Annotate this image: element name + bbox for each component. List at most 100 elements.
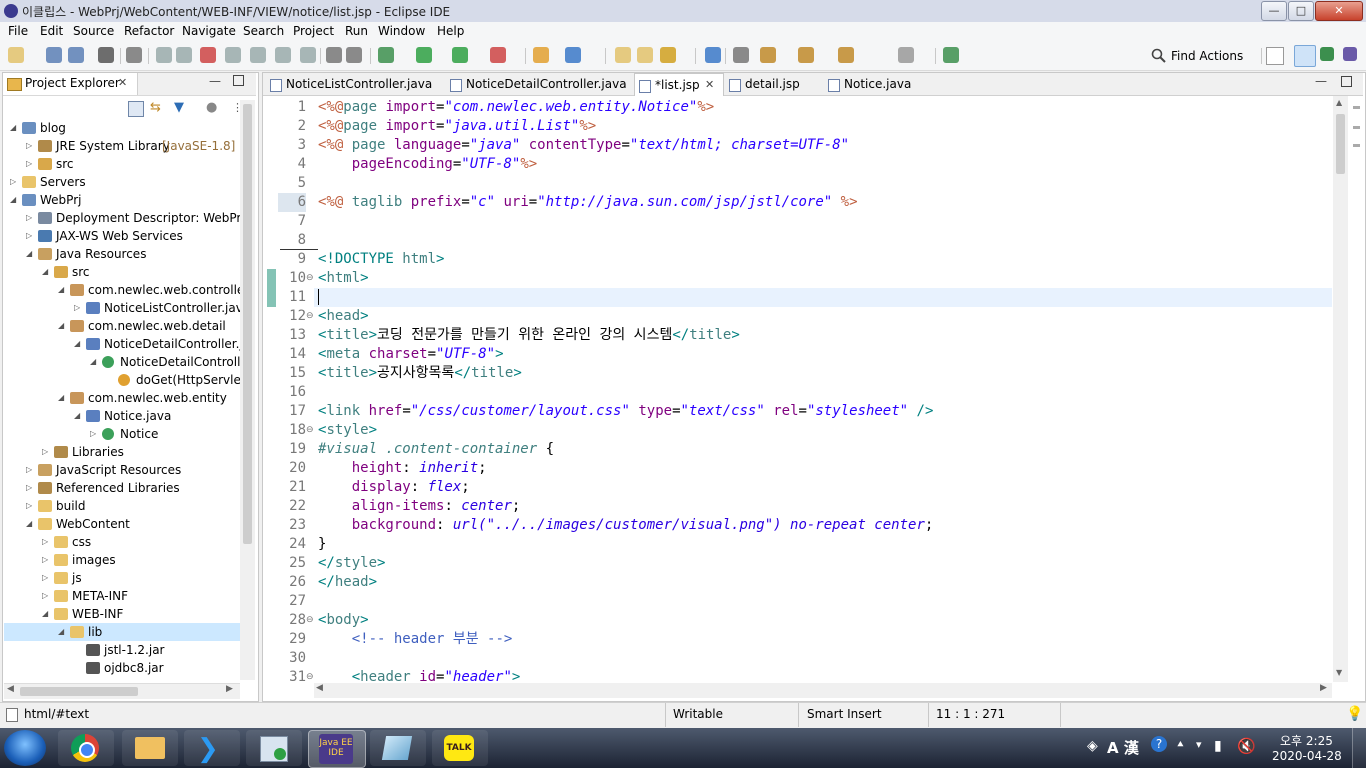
expanded-arrow-icon[interactable]: ◢ — [90, 353, 100, 371]
tree-item[interactable]: ▷ build — [4, 497, 240, 515]
menu-run[interactable]: Run — [345, 24, 368, 38]
expanded-arrow-icon[interactable]: ◢ — [58, 389, 68, 407]
minimize-editor-icon[interactable]: — — [1315, 74, 1327, 88]
tree-item[interactable]: ▷ Deployment Descriptor: WebPrj — [4, 209, 240, 227]
suspend-icon[interactable] — [176, 47, 192, 63]
tree-item[interactable]: ◢ lib — [4, 623, 240, 641]
forward-icon[interactable] — [898, 47, 914, 63]
expanded-arrow-icon[interactable]: ◢ — [74, 335, 84, 353]
disconnect-icon[interactable] — [225, 47, 241, 63]
use-step-filters-icon[interactable] — [346, 47, 362, 63]
minimize-button[interactable]: — — [1261, 1, 1287, 21]
tree-item[interactable]: ◢ Notice.java — [4, 407, 240, 425]
expanded-arrow-icon[interactable]: ◢ — [58, 281, 68, 299]
java-ee-perspective-icon[interactable] — [1294, 45, 1316, 67]
print-icon[interactable] — [98, 47, 114, 63]
menu-edit[interactable]: Edit — [40, 24, 63, 38]
expanded-arrow-icon[interactable]: ◢ — [58, 317, 68, 335]
editor-tab-noticedetailcontroller-java[interactable]: NoticeDetailController.java — [446, 73, 634, 95]
open-task-icon[interactable] — [637, 47, 653, 63]
tree-item[interactable]: ◢ WEB-INF — [4, 605, 240, 623]
tray-arrow-icon[interactable]: ⯅ — [1176, 738, 1185, 752]
open-type-icon[interactable] — [615, 47, 631, 63]
menu-search[interactable]: Search — [243, 24, 284, 38]
collapse-all-icon[interactable] — [128, 101, 144, 117]
editor-tab--list-jsp[interactable]: *list.jsp ✕ — [634, 73, 724, 96]
network-globe-icon[interactable]: ◈ — [1087, 738, 1098, 754]
collapsed-arrow-icon[interactable]: ▷ — [26, 227, 36, 245]
tree-item[interactable]: ▷ NoticeListController.java — [4, 299, 240, 317]
next-annotation-icon[interactable] — [760, 47, 776, 63]
fold-collapse-icon[interactable]: ⊖ — [306, 269, 314, 288]
tree-item[interactable]: ▷ Referenced Libraries — [4, 479, 240, 497]
collapsed-arrow-icon[interactable]: ▷ — [26, 479, 36, 497]
eclipse-task[interactable]: Java EE IDE — [308, 730, 366, 768]
menu-refactor[interactable]: Refactor — [124, 24, 174, 38]
editor-horizontal-scrollbar[interactable]: ◀ ▶ — [314, 683, 1332, 698]
run-icon[interactable] — [416, 47, 432, 63]
expanded-arrow-icon[interactable]: ◢ — [42, 263, 52, 281]
close-tab-icon[interactable]: ✕ — [705, 74, 714, 96]
explorer-task[interactable] — [122, 730, 178, 766]
toggle-mark-occurrences-icon[interactable] — [733, 47, 749, 63]
media-task[interactable] — [246, 730, 302, 766]
tree-item[interactable]: ◢ WebPrj — [4, 191, 240, 209]
editor-tab-detail-jsp[interactable]: detail.jsp — [725, 73, 823, 95]
tree-scroll-thumb[interactable] — [243, 104, 252, 544]
hscroll-right-icon[interactable]: ▶ — [1320, 683, 1327, 693]
tree-item[interactable]: ◢ com.newlec.web.entity — [4, 389, 240, 407]
editor-tab-notice-java[interactable]: Notice.java — [824, 73, 924, 95]
fold-collapse-icon[interactable]: ⊖ — [306, 611, 314, 630]
minimize-view-icon[interactable]: — — [209, 74, 221, 88]
tree-item[interactable]: ▷ css — [4, 533, 240, 551]
skip-breakpoints-icon[interactable] — [126, 47, 142, 63]
collapsed-arrow-icon[interactable]: ▷ — [26, 155, 36, 173]
editor-tab-noticelistcontroller-java[interactable]: NoticeListController.java — [266, 73, 444, 95]
tree-item[interactable]: ▷ META-INF — [4, 587, 240, 605]
collapsed-arrow-icon[interactable]: ▷ — [26, 209, 36, 227]
collapsed-arrow-icon[interactable]: ▷ — [90, 425, 100, 443]
view-menu-icon[interactable]: ⋮ — [232, 101, 243, 115]
step-over-icon[interactable] — [275, 47, 291, 63]
step-into-icon[interactable] — [250, 47, 266, 63]
tree-item[interactable]: ◢ com.newlec.web.detail — [4, 317, 240, 335]
tree-item[interactable]: doGet(HttpServletF — [4, 371, 240, 389]
save-icon[interactable] — [46, 47, 62, 63]
tree-horizontal-scrollbar[interactable]: ◀ ▶ — [4, 683, 240, 699]
code-editor[interactable]: 1 <%@page import="com.newlec.web.entity.N… — [263, 96, 1333, 682]
collapsed-arrow-icon[interactable]: ▷ — [26, 137, 36, 155]
tree-item[interactable]: ▷ Libraries — [4, 443, 240, 461]
pin-editor-icon[interactable] — [943, 47, 959, 63]
expanded-arrow-icon[interactable]: ◢ — [74, 407, 84, 425]
close-button[interactable]: ✕ — [1315, 1, 1363, 21]
new-java-project-icon[interactable] — [533, 47, 549, 63]
new-icon[interactable] — [8, 47, 24, 63]
menu-window[interactable]: Window — [378, 24, 425, 38]
fold-collapse-icon[interactable]: ⊖ — [306, 307, 314, 326]
lightbulb-icon[interactable]: 💡 — [1346, 706, 1363, 722]
editor-scroll-thumb[interactable] — [1336, 114, 1345, 174]
ime-indicator[interactable]: A 漢 — [1107, 737, 1139, 758]
expanded-arrow-icon[interactable]: ◢ — [10, 191, 20, 209]
collapsed-arrow-icon[interactable]: ▷ — [42, 587, 52, 605]
hscroll-left-icon[interactable]: ◀ — [316, 683, 323, 693]
tree-item[interactable]: ◢ blog — [4, 119, 240, 137]
save-all-icon[interactable] — [68, 47, 84, 63]
tree-hscroll-thumb[interactable] — [20, 687, 138, 696]
tree-item[interactable]: ▷ JAX-WS Web Services — [4, 227, 240, 245]
java-perspective-icon[interactable] — [1343, 47, 1357, 61]
clock-date[interactable]: 2020-04-28 — [1272, 749, 1342, 763]
scroll-down-icon[interactable]: ▼ — [1336, 668, 1342, 677]
back-icon[interactable] — [838, 47, 854, 63]
maximize-editor-icon[interactable] — [1341, 76, 1352, 87]
collapsed-arrow-icon[interactable]: ▷ — [10, 173, 20, 191]
collapsed-arrow-icon[interactable]: ▷ — [42, 533, 52, 551]
filter-icon[interactable]: ▼ — [174, 101, 188, 115]
new-class-icon[interactable] — [565, 47, 581, 63]
maximize-button[interactable]: □ — [1288, 1, 1314, 21]
external-tools-icon[interactable] — [490, 47, 506, 63]
kakaotalk-task[interactable]: TALK — [432, 730, 488, 766]
scroll-up-icon[interactable]: ▲ — [1336, 98, 1342, 107]
chrome-task[interactable] — [58, 730, 114, 766]
tree-item[interactable]: ◢ src — [4, 263, 240, 281]
